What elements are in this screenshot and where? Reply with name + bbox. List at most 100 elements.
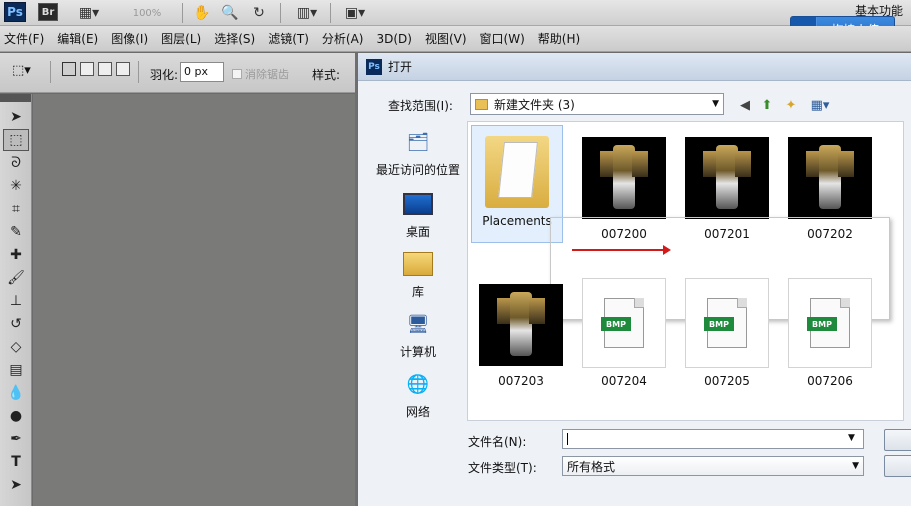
eyedropper-tool-icon[interactable]: ✎ — [3, 221, 29, 243]
menu-help[interactable]: 帮助(H) — [538, 30, 580, 47]
separator — [50, 61, 51, 83]
application-bar: Ps Br ▦▾ 100% ✋ 🔍 ↻ ▥▾ ▣▾ 基本功能 — [0, 0, 911, 26]
healing-brush-tool-icon[interactable]: ✚ — [3, 244, 29, 266]
filename-label: 文件名(N): — [468, 435, 527, 449]
path-selection-tool-icon[interactable]: ➤ — [3, 474, 29, 496]
image-thumbnail — [582, 137, 666, 219]
file-name: 007205 — [704, 374, 750, 388]
dodge-tool-icon[interactable]: ● — [3, 405, 29, 427]
folder-icon — [485, 132, 549, 208]
recent-places-icon: 🗂 — [406, 131, 430, 153]
image-thumbnail — [788, 137, 872, 219]
place-label: 最近访问的位置 — [375, 163, 460, 177]
look-in-value: 新建文件夹 (3) — [494, 97, 575, 112]
feather-input[interactable]: 0 px — [180, 62, 224, 82]
new-selection-mode-icon[interactable] — [62, 62, 76, 76]
place-recent[interactable]: 🗂 最近访问的位置 — [372, 127, 464, 178]
photoshop-logo: Ps — [366, 58, 382, 75]
clone-stamp-tool-icon[interactable]: ⊥ — [3, 290, 29, 312]
new-folder-icon[interactable]: ✦ — [782, 96, 800, 114]
dialog-title: 打开 — [388, 60, 413, 74]
zoom-tool-icon[interactable]: 🔍 — [220, 3, 240, 23]
menu-bar: 文件(F) 编辑(E) 图像(I) 图层(L) 选择(S) 滤镜(T) 分析(A… — [0, 26, 911, 52]
place-label: 计算机 — [399, 345, 436, 359]
magic-wand-tool-icon[interactable]: ✳ — [3, 175, 29, 197]
type-tool-icon[interactable]: T — [3, 451, 29, 473]
open-dialog: Ps 打开 查找范围(I): 新建文件夹 (3) ▼ ◀ ⬆ ✦ ▦▾ 🗂 最近… — [357, 53, 911, 506]
menu-analysis[interactable]: 分析(A) — [322, 30, 364, 47]
separator — [330, 3, 331, 23]
computer-icon: 🖥 — [406, 313, 430, 335]
workspace-canvas[interactable] — [33, 94, 355, 506]
zoom-level[interactable]: 100% — [122, 3, 172, 23]
place-label: 库 — [411, 285, 424, 299]
menu-window[interactable]: 窗口(W) — [480, 30, 525, 47]
pen-tool-icon[interactable]: ✒ — [3, 428, 29, 450]
file-name: 007206 — [807, 374, 853, 388]
intersect-selection-mode-icon[interactable] — [116, 62, 130, 76]
add-selection-mode-icon[interactable] — [80, 62, 94, 76]
rectangular-marquee-tool-icon[interactable]: ⬚ — [3, 129, 29, 151]
move-tool-icon[interactable]: ➤ — [3, 106, 29, 128]
gradient-tool-icon[interactable]: ▤ — [3, 359, 29, 381]
cancel-button[interactable] — [884, 455, 911, 477]
look-in-select[interactable]: 新建文件夹 (3) ▼ — [470, 93, 724, 115]
place-network[interactable]: 🌐 网络 — [372, 369, 464, 420]
filename-input[interactable] — [562, 429, 864, 449]
menu-edit[interactable]: 编辑(E) — [57, 30, 98, 47]
menu-file[interactable]: 文件(F) — [4, 30, 44, 47]
file-item-image[interactable]: 007203 — [475, 274, 567, 392]
checkbox-icon — [232, 69, 242, 79]
file-item-bmp[interactable]: BMP 007206 — [784, 274, 876, 392]
separator — [182, 3, 183, 23]
file-item-bmp[interactable]: BMP 007205 — [681, 274, 773, 392]
antialias-checkbox[interactable]: 消除锯齿 — [232, 66, 289, 82]
dialog-title-bar[interactable]: Ps 打开 — [358, 53, 911, 81]
look-in-label: 查找范围(I): — [388, 99, 453, 113]
filetype-value: 所有格式 — [567, 459, 616, 474]
rotate-view-icon[interactable]: ↻ — [248, 3, 270, 23]
open-button[interactable] — [884, 429, 911, 451]
place-computer[interactable]: 🖥 计算机 — [372, 309, 464, 360]
place-label: 网络 — [405, 405, 430, 419]
menu-view[interactable]: 视图(V) — [425, 30, 467, 47]
filetype-select[interactable]: 所有格式 ▼ — [562, 456, 864, 476]
subtract-selection-mode-icon[interactable] — [98, 62, 112, 76]
library-icon — [402, 249, 434, 279]
menu-layer[interactable]: 图层(L) — [161, 30, 201, 47]
back-icon[interactable]: ◀ — [736, 96, 754, 114]
bmp-file-icon: BMP — [685, 278, 769, 368]
panel-grip[interactable] — [0, 94, 31, 102]
view-menu-icon[interactable]: ▦▾ — [806, 96, 834, 114]
menu-image[interactable]: 图像(I) — [111, 30, 148, 47]
menu-3d[interactable]: 3D(D) — [376, 32, 411, 46]
hand-tool-icon[interactable]: ✋ — [192, 3, 212, 23]
file-name: 007203 — [498, 374, 544, 388]
file-item-bmp[interactable]: BMP 007204 — [578, 274, 670, 392]
crop-tool-icon[interactable]: ⌗ — [3, 198, 29, 220]
place-label: 桌面 — [405, 225, 430, 239]
folder-icon — [475, 98, 488, 110]
chevron-down-icon: ▼ — [852, 461, 859, 471]
bridge-button[interactable]: Br — [38, 3, 58, 21]
screen-mode-button[interactable]: ▣▾ — [338, 3, 372, 23]
history-brush-tool-icon[interactable]: ↺ — [3, 313, 29, 335]
chevron-down-icon[interactable]: ▼ — [848, 433, 855, 443]
arrange-documents-button[interactable]: ▥▾ — [290, 3, 324, 23]
view-extras-button[interactable]: ▦▾ — [72, 3, 106, 23]
place-desktop[interactable]: 桌面 — [372, 189, 464, 240]
menu-select[interactable]: 选择(S) — [214, 30, 255, 47]
up-folder-icon[interactable]: ⬆ — [758, 96, 776, 114]
tools-panel: ➤ ⬚ ᘐ ✳ ⌗ ✎ ✚ 🖌 ⊥ ↺ ◇ ▤ 💧 ● ✒ T ➤ — [0, 94, 32, 506]
place-library[interactable]: 库 — [372, 249, 464, 300]
brush-tool-icon[interactable]: 🖌 — [3, 267, 29, 289]
eraser-tool-icon[interactable]: ◇ — [3, 336, 29, 358]
marquee-preset-picker[interactable]: ⬚▾ — [12, 63, 44, 81]
blur-tool-icon[interactable]: 💧 — [3, 382, 29, 404]
image-thumbnail — [479, 284, 563, 366]
menu-filter[interactable]: 滤镜(T) — [268, 30, 309, 47]
lasso-tool-icon[interactable]: ᘐ — [3, 152, 29, 174]
antialias-label: 消除锯齿 — [245, 68, 289, 81]
red-arrow-annotation — [572, 245, 671, 255]
filetype-label: 文件类型(T): — [468, 461, 537, 475]
